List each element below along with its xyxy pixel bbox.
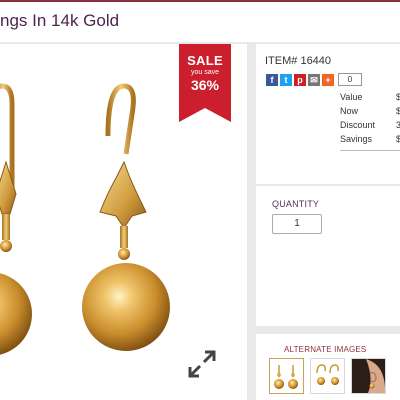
price-label: Value (340, 92, 363, 102)
item-number: ITEM# 16440 (265, 55, 332, 67)
plus-icon[interactable]: + (322, 73, 334, 86)
left-earring (0, 83, 32, 355)
quantity-label: QUANTITY (272, 199, 320, 209)
sale-badge-percent: 36% (190, 77, 220, 93)
alternate-image-thumbnail[interactable] (310, 358, 345, 394)
price-value: 3 (396, 120, 400, 130)
earrings-side-thumbnail-image (316, 364, 339, 385)
email-icon[interactable]: ✉ (308, 73, 320, 86)
facebook-icon[interactable]: f (266, 73, 278, 86)
price-row: Savings $ (340, 134, 400, 148)
quantity-panel: QUANTITY 1 (256, 186, 400, 326)
sale-badge-title: SALE (187, 53, 223, 68)
price-row: Discount 3 (340, 120, 400, 134)
price-label: Discount (340, 120, 376, 130)
quantity-input[interactable]: 1 (272, 214, 322, 234)
product-title: ngs In 14k Gold (0, 11, 120, 30)
price-value: $ (396, 92, 400, 102)
title-bar: ngs In 14k Gold (0, 0, 400, 42)
earrings-thumbnail-image (274, 365, 298, 389)
right-earring (82, 83, 170, 351)
sale-badge-subtitle: you save (190, 69, 220, 76)
price-table: Value $ Now $ Discount 3 Savings $ (340, 92, 400, 148)
share-bar: f t p ✉ + 0 (266, 73, 362, 86)
alternate-image-thumbnail[interactable] (269, 358, 304, 394)
price-row: Value $ (340, 92, 400, 106)
share-count: 0 (338, 73, 362, 86)
product-info-panel: ITEM# 16440 f t p ✉ + 0 Value $ Now $ Di… (256, 44, 400, 184)
price-label: Savings (340, 134, 373, 144)
price-divider (340, 150, 400, 151)
alternate-images-panel: ALTERNATE IMAGES (256, 334, 400, 400)
price-label: Now (340, 106, 359, 116)
twitter-icon[interactable]: t (280, 73, 292, 86)
expand-icon[interactable] (187, 349, 217, 379)
price-value: $ (396, 134, 400, 144)
pinterest-icon[interactable]: p (294, 73, 306, 86)
price-row: Now $ (340, 106, 400, 120)
model-wearing-thumbnail-image (352, 359, 385, 393)
alternate-images-label: ALTERNATE IMAGES (284, 345, 367, 354)
price-value: $ (396, 106, 400, 116)
alternate-image-thumbnail[interactable] (351, 358, 386, 394)
